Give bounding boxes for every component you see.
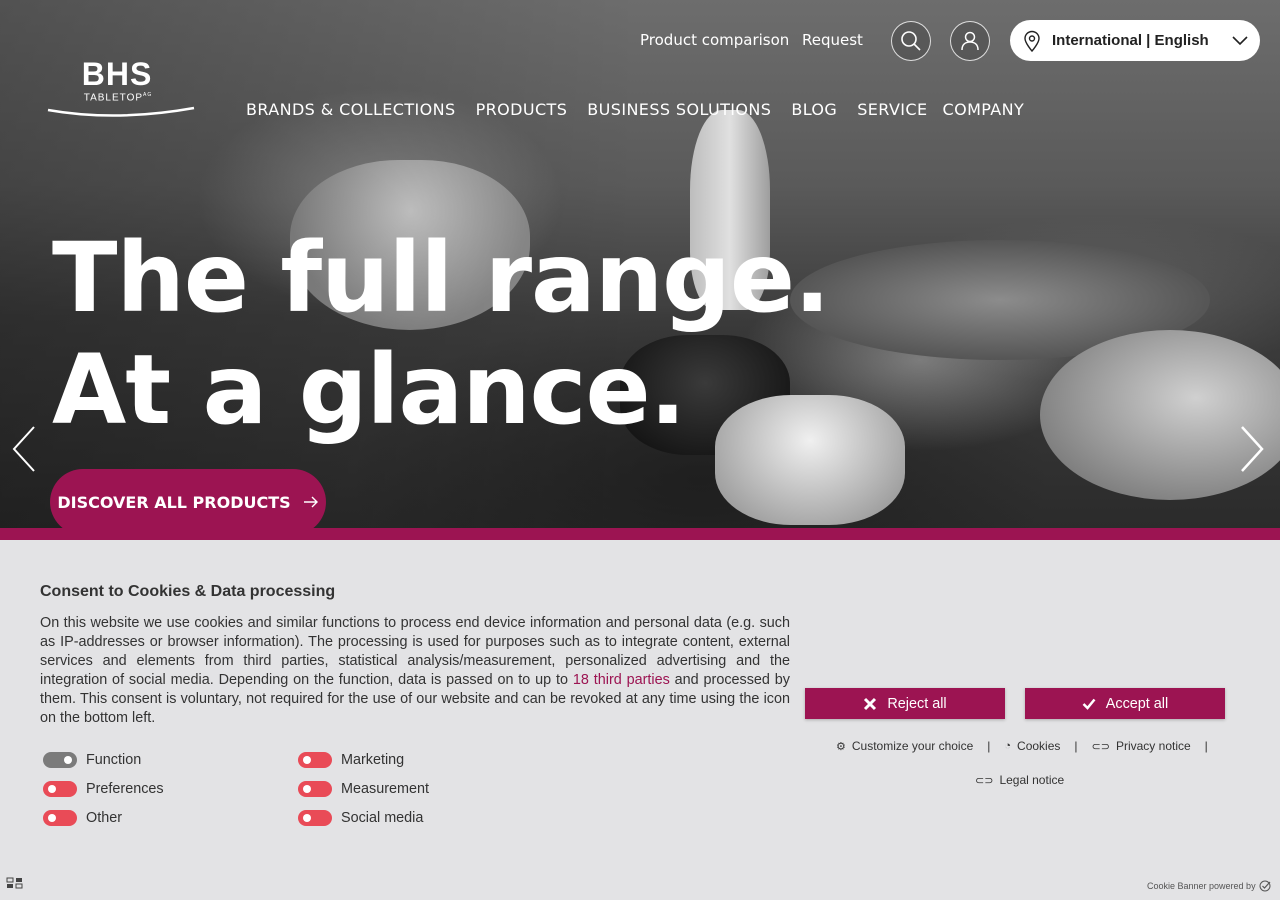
toggle-preferences[interactable]: Preferences bbox=[43, 781, 164, 797]
user-icon bbox=[961, 31, 979, 51]
cookie-banner-powered-by[interactable]: Cookie Banner powered by bbox=[1147, 880, 1273, 892]
customize-choice-link[interactable]: Customize your choice bbox=[852, 739, 973, 753]
location-pin-icon bbox=[1024, 30, 1040, 52]
toggle-switch[interactable] bbox=[43, 810, 77, 826]
toggle-function[interactable]: Function bbox=[43, 752, 141, 768]
toggle-switch[interactable] bbox=[298, 810, 332, 826]
hero-banner: Product comparison Request International… bbox=[0, 0, 1280, 528]
toggle-social-media[interactable]: Social media bbox=[298, 810, 423, 826]
top-navigation: Product comparison Request International… bbox=[0, 20, 1280, 62]
toggle-measurement[interactable]: Measurement bbox=[298, 781, 429, 797]
discover-all-products-button[interactable]: DISCOVER ALL PRODUCTS bbox=[50, 469, 326, 535]
close-icon bbox=[864, 697, 877, 710]
toggle-switch[interactable] bbox=[298, 752, 332, 768]
toggle-marketing[interactable]: Marketing bbox=[298, 752, 404, 768]
logo-swoosh bbox=[47, 106, 195, 117]
nav-company[interactable]: COMPANY bbox=[943, 100, 1025, 119]
search-button[interactable] bbox=[891, 21, 931, 61]
provider-logo-icon bbox=[1259, 880, 1271, 892]
cookie-consent-title: Consent to Cookies & Data processing bbox=[40, 583, 336, 600]
request-link[interactable]: Request bbox=[802, 31, 863, 49]
accent-divider bbox=[0, 528, 1280, 540]
account-button[interactable] bbox=[950, 21, 990, 61]
toggle-other[interactable]: Other bbox=[43, 810, 122, 826]
product-comparison-link[interactable]: Product comparison bbox=[640, 31, 789, 49]
nav-service[interactable]: SERVICE bbox=[857, 100, 927, 119]
nav-brands-collections[interactable]: BRANDS & COLLECTIONS bbox=[246, 100, 456, 119]
carousel-prev-button[interactable] bbox=[8, 425, 38, 477]
cookie-links-row: ⚙ Customize your choice | ◔ Cookies | ⊂⊃… bbox=[836, 739, 1208, 753]
chevron-down-icon bbox=[1232, 35, 1248, 45]
nav-blog[interactable]: BLOG bbox=[791, 100, 837, 119]
toggle-label: Social media bbox=[341, 810, 424, 826]
discover-all-products-label: DISCOVER ALL PRODUCTS bbox=[57, 492, 291, 512]
logo-main-text: BHS bbox=[81, 56, 153, 92]
hero-headline: The full range. At a glance. bbox=[52, 222, 830, 446]
main-navigation: BRANDS & COLLECTIONS PRODUCTS BUSINESS S… bbox=[246, 100, 1024, 119]
accept-all-label: Accept all bbox=[1105, 695, 1169, 712]
toggle-label: Other bbox=[86, 810, 122, 826]
cookie-consent-banner: Consent to Cookies & Data processing On … bbox=[0, 540, 1280, 900]
bhs-tabletop-logo[interactable]: BHS TABLETOPAG bbox=[46, 58, 196, 122]
toggle-label: Marketing bbox=[341, 752, 405, 768]
arrow-right-icon bbox=[303, 496, 318, 508]
toggle-switch[interactable] bbox=[298, 781, 332, 797]
link-icon: ⊂⊃ bbox=[1091, 740, 1110, 753]
privacy-notice-link[interactable]: Privacy notice bbox=[1116, 739, 1191, 753]
chevron-left-icon bbox=[12, 426, 35, 472]
nav-business-solutions[interactable]: BUSINESS SOLUTIONS bbox=[587, 100, 771, 119]
language-selector-label: International | English bbox=[1052, 32, 1209, 49]
chevron-right-icon bbox=[1241, 426, 1264, 472]
cookie-settings-icon-button[interactable] bbox=[6, 874, 24, 893]
reject-all-button[interactable]: Reject all bbox=[805, 688, 1005, 719]
cookie-icon: ◔ bbox=[1004, 740, 1012, 752]
cookie-settings-icon bbox=[6, 877, 23, 889]
checkmark-icon bbox=[1082, 698, 1096, 710]
toggle-switch[interactable] bbox=[43, 752, 77, 768]
hero-headline-line2: At a glance. bbox=[52, 334, 686, 446]
legal-notice-link[interactable]: Legal notice bbox=[999, 773, 1064, 787]
carousel-next-button[interactable] bbox=[1238, 425, 1268, 477]
cookie-links-row-2: ⊂⊃ Legal notice bbox=[975, 773, 1064, 787]
toggle-label: Measurement bbox=[341, 781, 429, 797]
logo-sub-text: TABLETOPAG bbox=[83, 92, 153, 104]
hero-headline-line1: The full range. bbox=[52, 222, 830, 334]
search-icon bbox=[901, 31, 921, 51]
link-icon: ⊂⊃ bbox=[975, 774, 994, 787]
toggle-switch[interactable] bbox=[43, 781, 77, 797]
cookies-link[interactable]: Cookies bbox=[1017, 739, 1060, 753]
reject-all-label: Reject all bbox=[887, 695, 947, 712]
gear-icon: ⚙ bbox=[836, 740, 846, 753]
toggle-label: Function bbox=[86, 752, 142, 768]
third-parties-link[interactable]: 18 third parties bbox=[573, 672, 670, 688]
cookie-consent-text: On this website we use cookies and simil… bbox=[40, 615, 790, 726]
nav-products[interactable]: PRODUCTS bbox=[476, 100, 568, 119]
accept-all-button[interactable]: Accept all bbox=[1025, 688, 1225, 719]
toggle-label: Preferences bbox=[86, 781, 164, 797]
language-selector[interactable]: International | English bbox=[1010, 20, 1260, 61]
